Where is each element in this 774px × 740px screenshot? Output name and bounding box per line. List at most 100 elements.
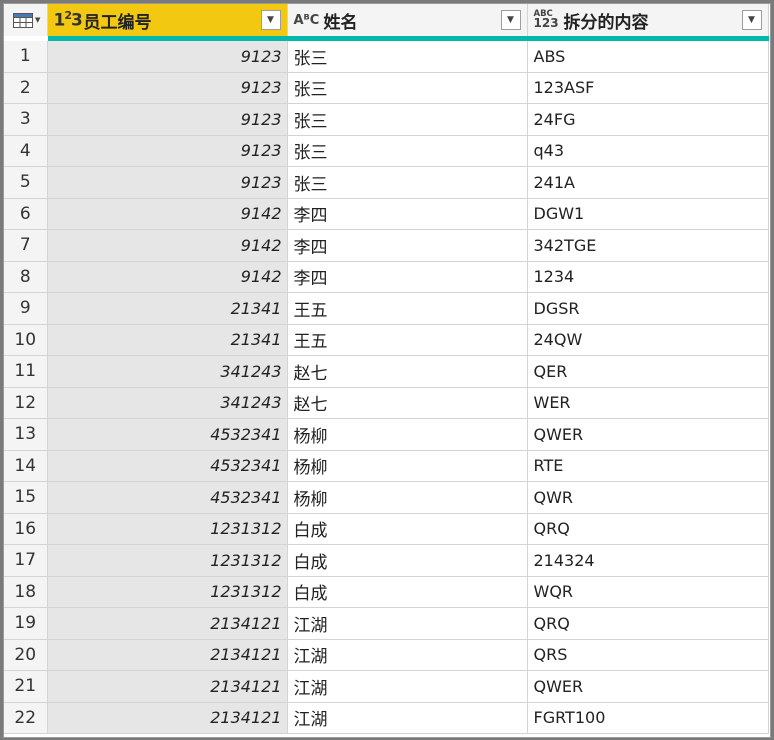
row-number-cell[interactable]: 3 xyxy=(4,103,48,136)
split-content-cell[interactable]: QRS xyxy=(527,639,769,671)
row-number-cell[interactable]: 19 xyxy=(4,607,48,640)
table-row[interactable]: 5 9123 张三 241A xyxy=(4,166,769,199)
name-cell[interactable]: 王五 xyxy=(287,292,528,325)
column-header-name[interactable]: AᴮC 姓名 ▼ xyxy=(287,4,528,41)
row-number-cell[interactable]: 9 xyxy=(4,292,48,325)
row-number-cell[interactable]: 22 xyxy=(4,702,48,734)
employee-id-cell[interactable]: 9142 xyxy=(47,229,288,262)
row-number-cell[interactable]: 13 xyxy=(4,418,48,451)
split-content-cell[interactable]: DGSR xyxy=(527,292,769,325)
table-row[interactable]: 15 4532341 杨柳 QWR xyxy=(4,481,769,514)
row-number-cell[interactable]: 17 xyxy=(4,544,48,577)
filter-dropdown-button[interactable]: ▼ xyxy=(500,10,521,30)
employee-id-cell[interactable]: 1231312 xyxy=(47,544,288,577)
table-row[interactable]: 7 9142 李四 342TGE xyxy=(4,229,769,262)
name-cell[interactable]: 李四 xyxy=(287,198,528,230)
name-cell[interactable]: 白成 xyxy=(287,576,528,608)
table-row[interactable]: 3 9123 张三 24FG xyxy=(4,103,769,136)
row-number-cell[interactable]: 7 xyxy=(4,229,48,262)
table-row[interactable]: 19 2134121 江湖 QRQ xyxy=(4,607,769,640)
table-row[interactable]: 2 9123 张三 123ASF xyxy=(4,72,769,104)
split-content-cell[interactable]: QER xyxy=(527,355,769,388)
table-row[interactable]: 16 1231312 白成 QRQ xyxy=(4,513,769,545)
employee-id-cell[interactable]: 2134121 xyxy=(47,639,288,671)
split-content-cell[interactable]: DGW1 xyxy=(527,198,769,230)
row-number-cell[interactable]: 6 xyxy=(4,198,48,230)
table-row[interactable]: 21 2134121 江湖 QWER xyxy=(4,670,769,703)
split-content-cell[interactable]: ABS xyxy=(527,38,769,73)
row-number-cell[interactable]: 2 xyxy=(4,72,48,104)
employee-id-cell[interactable]: 4532341 xyxy=(47,481,288,514)
table-row[interactable]: 22 2134121 江湖 FGRT100 xyxy=(4,702,769,734)
split-content-cell[interactable]: 214324 xyxy=(527,544,769,577)
name-cell[interactable]: 张三 xyxy=(287,72,528,104)
split-content-cell[interactable]: QWER xyxy=(527,670,769,703)
table-row[interactable]: 14 4532341 杨柳 RTE xyxy=(4,450,769,482)
name-cell[interactable]: 张三 xyxy=(287,38,528,73)
employee-id-cell[interactable]: 9123 xyxy=(47,135,288,167)
row-number-cell[interactable]: 15 xyxy=(4,481,48,514)
table-row[interactable]: 20 2134121 江湖 QRS xyxy=(4,639,769,671)
split-content-cell[interactable]: QRQ xyxy=(527,607,769,640)
split-content-cell[interactable]: WER xyxy=(527,387,769,419)
employee-id-cell[interactable]: 9123 xyxy=(47,103,288,136)
name-cell[interactable]: 江湖 xyxy=(287,607,528,640)
row-number-cell[interactable]: 16 xyxy=(4,513,48,545)
table-row[interactable]: 1 9123 张三 ABS xyxy=(4,38,769,73)
table-row[interactable]: 18 1231312 白成 WQR xyxy=(4,576,769,608)
name-cell[interactable]: 张三 xyxy=(287,135,528,167)
table-menu-button[interactable]: ▼ xyxy=(4,4,47,36)
row-number-cell[interactable]: 5 xyxy=(4,166,48,199)
name-cell[interactable]: 王五 xyxy=(287,324,528,356)
table-row[interactable]: 11 341243 赵七 QER xyxy=(4,355,769,388)
name-cell[interactable]: 江湖 xyxy=(287,670,528,703)
name-cell[interactable]: 杨柳 xyxy=(287,418,528,451)
row-number-cell[interactable]: 11 xyxy=(4,355,48,388)
row-number-cell[interactable]: 14 xyxy=(4,450,48,482)
row-number-cell[interactable]: 21 xyxy=(4,670,48,703)
row-number-cell[interactable]: 10 xyxy=(4,324,48,356)
text-type-icon[interactable]: AᴮC xyxy=(288,14,324,27)
any-type-icon[interactable]: ABC 123 xyxy=(528,10,564,30)
split-content-cell[interactable]: 24QW xyxy=(527,324,769,356)
employee-id-cell[interactable]: 21341 xyxy=(47,324,288,356)
employee-id-cell[interactable]: 4532341 xyxy=(47,450,288,482)
employee-id-cell[interactable]: 4532341 xyxy=(47,418,288,451)
employee-id-cell[interactable]: 2134121 xyxy=(47,702,288,734)
row-number-cell[interactable]: 1 xyxy=(4,38,48,73)
employee-id-cell[interactable]: 21341 xyxy=(47,292,288,325)
row-number-cell[interactable]: 8 xyxy=(4,261,48,293)
name-cell[interactable]: 赵七 xyxy=(287,355,528,388)
split-content-cell[interactable]: QRQ xyxy=(527,513,769,545)
table-row[interactable]: 8 9142 李四 1234 xyxy=(4,261,769,293)
split-content-cell[interactable]: RTE xyxy=(527,450,769,482)
row-number-cell[interactable]: 12 xyxy=(4,387,48,419)
employee-id-cell[interactable]: 2134121 xyxy=(47,607,288,640)
employee-id-cell[interactable]: 9142 xyxy=(47,198,288,230)
split-content-cell[interactable]: q43 xyxy=(527,135,769,167)
filter-dropdown-button[interactable]: ▼ xyxy=(741,10,762,30)
name-cell[interactable]: 江湖 xyxy=(287,639,528,671)
name-cell[interactable]: 张三 xyxy=(287,166,528,199)
split-content-cell[interactable]: 342TGE xyxy=(527,229,769,262)
table-row[interactable]: 9 21341 王五 DGSR xyxy=(4,292,769,325)
employee-id-cell[interactable]: 1231312 xyxy=(47,513,288,545)
employee-id-cell[interactable]: 9123 xyxy=(47,38,288,73)
row-number-cell[interactable]: 18 xyxy=(4,576,48,608)
table-row[interactable]: 10 21341 王五 24QW xyxy=(4,324,769,356)
name-cell[interactable]: 白成 xyxy=(287,513,528,545)
split-content-cell[interactable]: FGRT100 xyxy=(527,702,769,734)
name-cell[interactable]: 赵七 xyxy=(287,387,528,419)
employee-id-cell[interactable]: 2134121 xyxy=(47,670,288,703)
name-cell[interactable]: 李四 xyxy=(287,229,528,262)
name-cell[interactable]: 杨柳 xyxy=(287,481,528,514)
table-row[interactable]: 17 1231312 白成 214324 xyxy=(4,544,769,577)
split-content-cell[interactable]: 241A xyxy=(527,166,769,199)
split-content-cell[interactable]: 1234 xyxy=(527,261,769,293)
row-number-cell[interactable]: 4 xyxy=(4,135,48,167)
table-row[interactable]: 13 4532341 杨柳 QWER xyxy=(4,418,769,451)
split-content-cell[interactable]: 24FG xyxy=(527,103,769,136)
whole-number-type-icon[interactable]: 123 xyxy=(48,10,84,30)
split-content-cell[interactable]: WQR xyxy=(527,576,769,608)
table-row[interactable]: 12 341243 赵七 WER xyxy=(4,387,769,419)
